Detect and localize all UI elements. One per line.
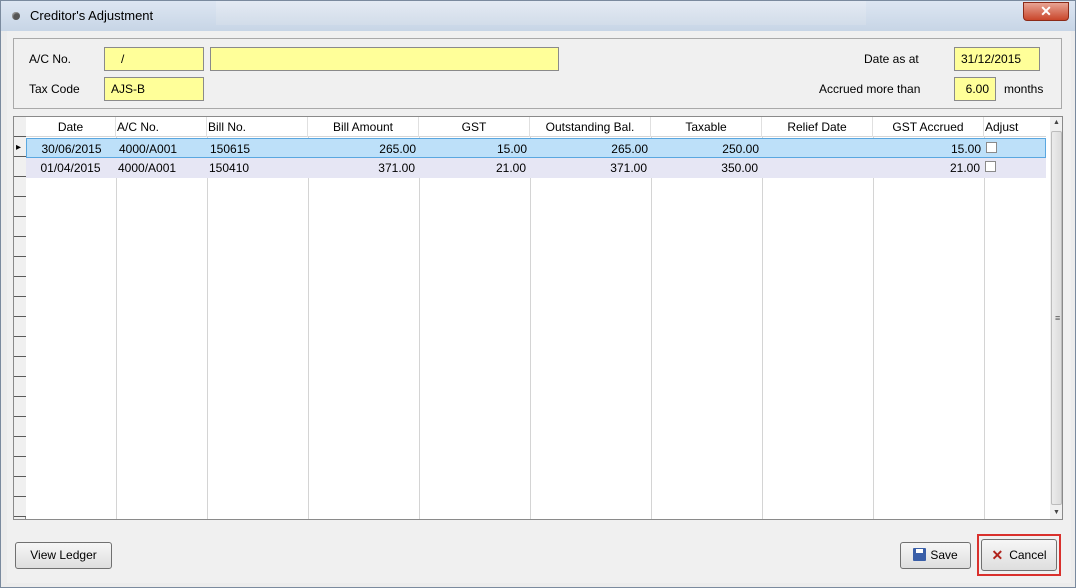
col-outstanding-header[interactable]: Outstanding Bal.: [530, 117, 651, 137]
tax-code-input[interactable]: AJS-B: [104, 77, 204, 101]
row-selector-cell[interactable]: [14, 417, 26, 437]
accrued-months-input[interactable]: 6.00: [954, 77, 996, 101]
cell-bill-no[interactable]: 150410: [206, 158, 307, 178]
row-selector-cell[interactable]: [14, 117, 26, 137]
cell-date[interactable]: 01/04/2015: [26, 158, 115, 178]
floppy-disk-icon: [913, 548, 927, 561]
close-button[interactable]: ✕: [1023, 2, 1069, 21]
cancel-button[interactable]: ✕ Cancel: [981, 539, 1057, 571]
adjust-checkbox[interactable]: [985, 161, 996, 172]
ac-no-label: A/C No.: [29, 52, 72, 66]
row-selector-cell[interactable]: [14, 297, 26, 317]
row-selector-cell[interactable]: [14, 177, 26, 197]
cell-gst-accrued[interactable]: 15.00: [873, 139, 984, 159]
cell-bill-amount[interactable]: 265.00: [308, 139, 419, 159]
grid-header: Date A/C No. Bill No. Bill Amount GST Ou…: [26, 117, 1046, 137]
row-selector-cell[interactable]: [14, 477, 26, 497]
cell-ac-no[interactable]: 4000/A001: [115, 158, 206, 178]
row-selector-cell[interactable]: [14, 397, 26, 417]
cell-gst[interactable]: 15.00: [419, 139, 530, 159]
current-row-indicator-icon: ▸: [16, 142, 22, 153]
creditors-adjustment-window: Creditor's Adjustment ✕ A/C No. / Tax Co…: [0, 0, 1076, 588]
col-gst-accrued-header[interactable]: GST Accrued: [873, 117, 984, 137]
cell-relief-date[interactable]: [761, 158, 872, 178]
cell-outstanding[interactable]: 371.00: [529, 158, 650, 178]
save-button[interactable]: Save: [900, 542, 971, 569]
cell-bill-amount[interactable]: 371.00: [307, 158, 418, 178]
row-selector-cell[interactable]: [14, 217, 26, 237]
table-row[interactable]: 01/04/2015 4000/A001 150410 371.00 21.00…: [26, 158, 1046, 178]
window-menu-icon[interactable]: [12, 12, 20, 20]
view-ledger-label: View Ledger: [30, 548, 97, 562]
col-ac-no-header[interactable]: A/C No.: [116, 117, 207, 137]
cell-relief-date[interactable]: [762, 139, 873, 159]
col-adjust-header[interactable]: Adjust: [984, 117, 1046, 137]
tax-code-label: Tax Code: [29, 82, 80, 96]
col-bill-no-header[interactable]: Bill No.: [207, 117, 308, 137]
cell-date[interactable]: 30/06/2015: [27, 139, 116, 159]
col-taxable-header[interactable]: Taxable: [651, 117, 762, 137]
scrollbar-thumb[interactable]: ≡: [1051, 131, 1062, 505]
cell-outstanding[interactable]: 265.00: [530, 139, 651, 159]
row-selector-cell[interactable]: [14, 277, 26, 297]
background-window-tabs: [216, 1, 866, 25]
row-selector-cell[interactable]: [14, 257, 26, 277]
col-date-header[interactable]: Date: [26, 117, 116, 137]
title-bar: Creditor's Adjustment ✕: [1, 1, 1075, 31]
cell-gst[interactable]: 21.00: [418, 158, 529, 178]
cell-bill-no[interactable]: 150615: [207, 139, 308, 159]
date-as-at-input[interactable]: 31/12/2015: [954, 47, 1040, 71]
window-title: Creditor's Adjustment: [30, 8, 154, 23]
col-gst-header[interactable]: GST: [419, 117, 530, 137]
row-selector-cell[interactable]: [14, 377, 26, 397]
row-selector-cell[interactable]: [14, 437, 26, 457]
row-selector-cell[interactable]: [14, 457, 26, 477]
row-selector-cell[interactable]: [14, 237, 26, 257]
dialog-body: A/C No. / Tax Code AJS-B Date as at 31/1…: [7, 31, 1071, 583]
cell-ac-no[interactable]: 4000/A001: [116, 139, 207, 159]
header-panel: A/C No. / Tax Code AJS-B Date as at 31/1…: [13, 38, 1062, 109]
months-label: months: [1004, 82, 1044, 96]
row-selector-cell[interactable]: [14, 157, 26, 177]
grip-icon: ≡: [1055, 313, 1061, 323]
ac-no-input[interactable]: /: [104, 47, 204, 71]
cell-gst-accrued[interactable]: 21.00: [872, 158, 983, 178]
row-selector-column: [14, 117, 26, 519]
view-ledger-button[interactable]: View Ledger: [15, 542, 112, 569]
cell-taxable[interactable]: 250.00: [651, 139, 762, 159]
col-relief-date-header[interactable]: Relief Date: [762, 117, 873, 137]
ac-name-input[interactable]: [210, 47, 559, 71]
row-selector-cell[interactable]: [14, 357, 26, 377]
accrued-more-than-label: Accrued more than: [819, 82, 921, 96]
scroll-up-icon[interactable]: ▲: [1050, 117, 1062, 129]
bills-grid: Date A/C No. Bill No. Bill Amount GST Ou…: [13, 116, 1063, 520]
date-as-at-label: Date as at: [864, 52, 919, 66]
row-selector-cell[interactable]: [14, 317, 26, 337]
col-bill-amount-header[interactable]: Bill Amount: [308, 117, 419, 137]
row-selector-cell[interactable]: [14, 497, 26, 517]
scroll-down-icon[interactable]: ▼: [1050, 507, 1062, 519]
cancel-label: Cancel: [1009, 548, 1047, 562]
adjust-checkbox[interactable]: [986, 142, 997, 153]
row-selector-cell[interactable]: [14, 197, 26, 217]
save-label: Save: [930, 548, 958, 562]
row-selector-cell[interactable]: [14, 337, 26, 357]
vertical-scrollbar[interactable]: ▲ ≡ ▼: [1050, 117, 1062, 519]
table-row[interactable]: 30/06/2015 4000/A001 150615 265.00 15.00…: [26, 138, 1046, 158]
x-icon: ✕: [991, 547, 1004, 563]
cell-taxable[interactable]: 350.00: [650, 158, 761, 178]
